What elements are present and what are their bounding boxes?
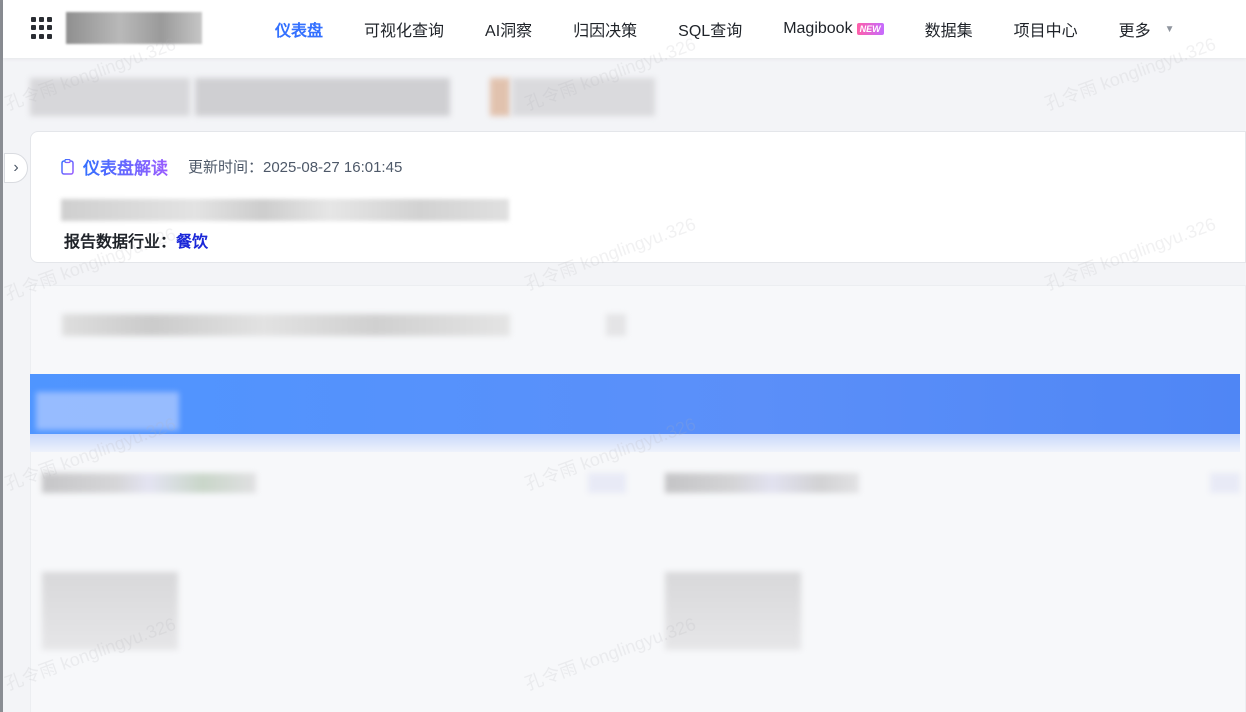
top-navigation-bar: 仪表盘 可视化查询 AI洞察 归因决策 SQL查询 Magibook NEW 数… bbox=[3, 0, 1246, 58]
blurred-summary-text bbox=[61, 199, 509, 221]
blurred-panel-marker bbox=[606, 314, 626, 336]
summary-header: 仪表盘解读 更新时间：2025-08-27 16:01:45 bbox=[61, 154, 402, 179]
banner-fade bbox=[30, 434, 1240, 452]
nav-item-project-center[interactable]: 项目中心 bbox=[1014, 17, 1078, 41]
nav-item-ai-insight[interactable]: AI洞察 bbox=[485, 17, 532, 41]
nav-item-attribution[interactable]: 归因决策 bbox=[573, 17, 637, 41]
clipboard-icon bbox=[61, 158, 74, 175]
chevron-right-icon: › bbox=[13, 159, 19, 176]
nav-item-sql-query[interactable]: SQL查询 bbox=[678, 17, 742, 41]
blurred-title-row bbox=[30, 78, 655, 116]
dashboard-content-panel bbox=[30, 285, 1246, 712]
update-time: 更新时间：2025-08-27 16:01:45 bbox=[188, 159, 403, 176]
nav-item-dashboard[interactable]: 仪表盘 bbox=[275, 17, 323, 41]
blurred-banner-label bbox=[36, 392, 179, 430]
main-nav: 仪表盘 可视化查询 AI洞察 归因决策 SQL查询 Magibook NEW 数… bbox=[275, 0, 1175, 58]
highlight-banner bbox=[30, 374, 1240, 434]
blurred-metric-tag-right bbox=[1210, 473, 1240, 493]
industry-label: 报告数据行业： bbox=[64, 234, 177, 251]
summary-title: 仪表盘解读 bbox=[83, 154, 168, 179]
industry-line: 报告数据行业：餐饮 bbox=[64, 228, 208, 252]
nav-item-magibook[interactable]: Magibook NEW bbox=[783, 20, 884, 38]
new-badge: NEW bbox=[856, 23, 884, 35]
nav-item-dataset[interactable]: 数据集 bbox=[925, 17, 973, 41]
dashboard-summary-card: 仪表盘解读 更新时间：2025-08-27 16:01:45 报告数据行业：餐饮 bbox=[30, 131, 1246, 263]
blurred-metric-value-right bbox=[665, 572, 801, 650]
product-logo[interactable] bbox=[66, 12, 202, 44]
nav-item-more[interactable]: 更多 ▼ bbox=[1119, 17, 1175, 41]
blurred-metric-tag-left bbox=[588, 473, 626, 493]
blurred-metric-title-right bbox=[665, 473, 859, 493]
sidebar-expand-button[interactable]: › bbox=[4, 153, 28, 183]
nav-item-visual-query[interactable]: 可视化查询 bbox=[364, 17, 444, 41]
caret-down-icon: ▼ bbox=[1164, 23, 1175, 35]
blurred-metric-value-left bbox=[42, 572, 178, 650]
industry-value: 餐饮 bbox=[176, 234, 209, 251]
apps-grid-icon[interactable] bbox=[31, 17, 53, 39]
blurred-panel-header bbox=[62, 314, 510, 336]
window-edge bbox=[0, 0, 3, 712]
blurred-metric-title-left bbox=[42, 473, 256, 493]
